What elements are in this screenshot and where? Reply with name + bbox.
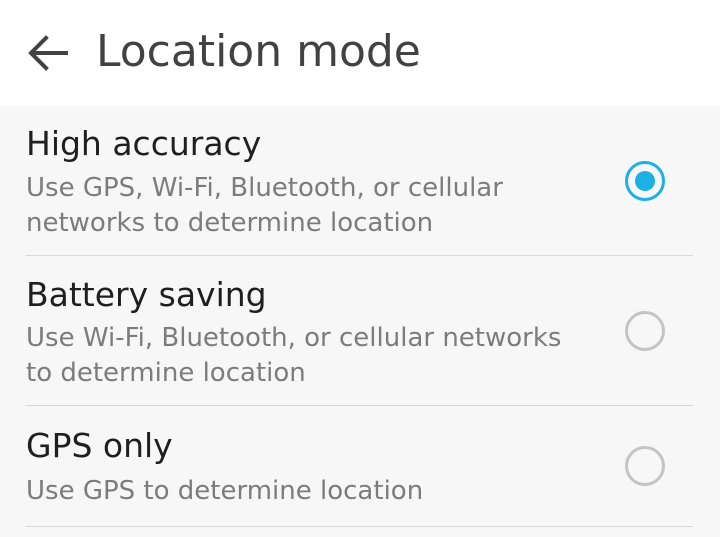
option-title: GPS only — [26, 426, 173, 465]
option-battery-saving[interactable]: Battery saving Use Wi-Fi, Bluetooth, or … — [0, 256, 720, 405]
radio-gps-only[interactable] — [625, 446, 665, 486]
location-mode-list: High accuracy Use GPS, Wi-Fi, Bluetooth,… — [0, 106, 720, 537]
option-gps-only[interactable]: GPS only Use GPS to determine location — [0, 406, 720, 526]
option-description: Use GPS to determine location — [26, 476, 424, 506]
option-title: Battery saving — [26, 275, 267, 314]
option-high-accuracy[interactable]: High accuracy Use GPS, Wi-Fi, Bluetooth,… — [0, 106, 720, 255]
option-description: Use Wi-Fi, Bluetooth, or cellular networ… — [26, 323, 562, 388]
page-title: Location mode — [96, 26, 421, 77]
option-title: High accuracy — [26, 124, 262, 163]
back-button[interactable] — [22, 28, 72, 78]
app-bar: Location mode — [0, 0, 720, 106]
radio-battery-saving[interactable] — [625, 311, 665, 351]
radio-selected-dot — [635, 171, 655, 191]
divider — [26, 526, 693, 527]
radio-high-accuracy[interactable] — [625, 161, 665, 201]
arrow-back-icon — [22, 28, 72, 78]
option-description: Use GPS, Wi-Fi, Bluetooth, or cellular n… — [26, 173, 503, 238]
